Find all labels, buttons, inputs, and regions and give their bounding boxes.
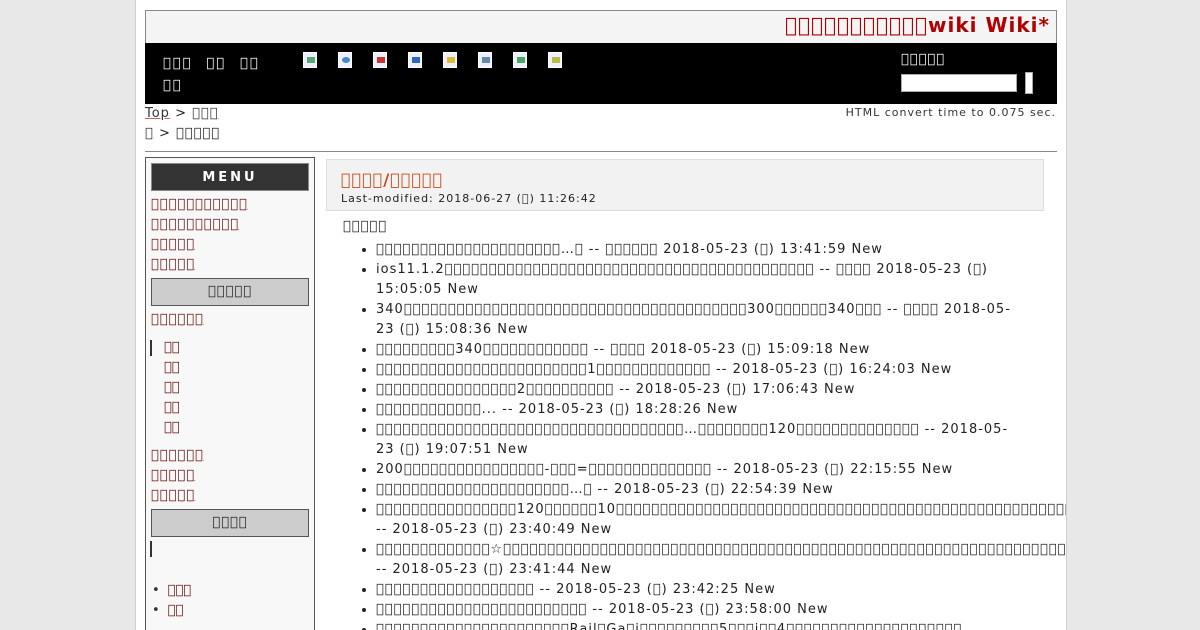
- search-input[interactable]: [901, 74, 1017, 92]
- comment-item: 340􀀀􀀀􀀀􀀀􀀀􀀀􀀀􀀀􀀀􀀀􀀀􀀀􀀀􀀀􀀀􀀀􀀀􀀀􀀀􀀀􀀀􀀀􀀀􀀀􀀀􀀀􀀀􀀀􀀀􀀀􀀀􀀀􀀀􀀀􀀀􀀀􀀀…: [376, 300, 1026, 340]
- help-icon[interactable]: [548, 52, 562, 68]
- sidebar-link[interactable]: 􀀀􀀀􀀀􀀀􀀀: [151, 486, 314, 506]
- recent-changes-icon[interactable]: [478, 52, 492, 68]
- sidebar-sub-item[interactable]: 􀀀􀀀: [150, 418, 314, 438]
- sidebar-sub-list: 􀀀􀀀 􀀀􀀀 􀀀􀀀 􀀀􀀀 􀀀􀀀: [150, 338, 314, 438]
- search-area: 􀀀􀀀􀀀􀀀􀀀: [901, 52, 1033, 94]
- search-button[interactable]: [1025, 72, 1033, 94]
- navigation-bar: 􀀀􀀀􀀀 􀀀􀀀 􀀀􀀀􀀀􀀀 􀀀􀀀􀀀􀀀􀀀: [145, 43, 1057, 104]
- bullet-dot: •: [152, 583, 160, 598]
- toolbar-icons: [303, 52, 583, 72]
- comment-item: 􀀀􀀀􀀀􀀀􀀀􀀀􀀀􀀀􀀀􀀀􀀀􀀀... -- 2018-05-23 (􀀀) 18:28:…: [376, 400, 1026, 420]
- page-title: 􀀀􀀀􀀀􀀀/􀀀􀀀􀀀􀀀􀀀: [341, 170, 1043, 190]
- comment-item: 􀀀􀀀􀀀􀀀􀀀􀀀􀀀􀀀􀀀􀀀􀀀􀀀􀀀􀀀􀀀􀀀􀀀􀀀􀀀􀀀􀀀􀀀􀀀􀀀 -- 2018-05-23 (…: [376, 600, 1026, 620]
- convert-time: HTML convert time to 0.075 sec.: [845, 106, 1056, 119]
- breadcrumb-top[interactable]: Top: [145, 106, 170, 121]
- text-cursor: [150, 541, 152, 557]
- sidebar-sub-item[interactable]: 􀀀􀀀: [150, 398, 314, 418]
- nav-link-4[interactable]: 􀀀􀀀: [163, 76, 183, 96]
- page-title-current: 􀀀􀀀􀀀􀀀􀀀: [390, 170, 444, 189]
- breadcrumb: Top > 􀀀􀀀􀀀 􀀀 > 􀀀􀀀􀀀􀀀􀀀: [145, 104, 235, 144]
- wiki-page: 􀀀􀀀􀀀􀀀􀀀􀀀􀀀􀀀􀀀􀀀􀀀wiki Wiki* 􀀀􀀀􀀀 􀀀􀀀 􀀀􀀀􀀀􀀀 􀀀􀀀􀀀􀀀􀀀 To…: [135, 0, 1067, 630]
- reload-icon[interactable]: [338, 52, 352, 68]
- last-modified: Last-modified: 2018-06-27 (􀀀) 11:26:42: [341, 192, 597, 205]
- sidebar-bullet-item[interactable]: • 􀀀􀀀􀀀: [152, 581, 314, 601]
- page-title-parent[interactable]: 􀀀􀀀􀀀􀀀: [341, 170, 383, 189]
- nav-links: 􀀀􀀀􀀀 􀀀􀀀 􀀀􀀀􀀀􀀀: [163, 52, 283, 96]
- nav-link-3[interactable]: 􀀀􀀀: [240, 54, 260, 74]
- sidebar-bullet-item[interactable]: • 􀀀􀀀: [152, 601, 314, 621]
- page-header: 􀀀􀀀􀀀􀀀/􀀀􀀀􀀀􀀀􀀀 Last-modified: 2018-06-27 (􀀀)…: [326, 159, 1044, 211]
- sidebar-link[interactable]: 􀀀􀀀􀀀􀀀􀀀􀀀􀀀􀀀􀀀􀀀: [151, 215, 314, 235]
- comment-item: 􀀀􀀀􀀀􀀀􀀀􀀀􀀀􀀀􀀀􀀀􀀀􀀀􀀀􀀀􀀀􀀀􀀀􀀀􀀀􀀀􀀀􀀀􀀀􀀀1􀀀􀀀􀀀􀀀􀀀􀀀􀀀􀀀􀀀􀀀􀀀􀀀􀀀 -…: [376, 360, 1026, 380]
- new-page-icon[interactable]: [373, 52, 387, 68]
- breadcrumb-parent-cont[interactable]: 􀀀: [145, 126, 154, 141]
- nav-link-2[interactable]: 􀀀􀀀: [206, 54, 226, 74]
- sidebar: MENU 􀀀􀀀􀀀􀀀􀀀􀀀􀀀􀀀􀀀􀀀􀀀 􀀀􀀀􀀀􀀀􀀀􀀀􀀀􀀀􀀀􀀀 􀀀􀀀􀀀􀀀􀀀 􀀀􀀀􀀀􀀀􀀀 …: [145, 157, 315, 630]
- sidebar-link[interactable]: 􀀀􀀀􀀀􀀀􀀀􀀀: [151, 310, 314, 330]
- sidebar-sub-item[interactable]: 􀀀􀀀: [150, 358, 314, 378]
- comment-item: 􀀀􀀀􀀀􀀀􀀀􀀀􀀀􀀀􀀀􀀀􀀀􀀀􀀀􀀀􀀀􀀀􀀀􀀀􀀀􀀀􀀀􀀀…􀀀 -- 2018-05-23 (…: [376, 480, 1026, 500]
- sidebar-section-header: 􀀀􀀀􀀀􀀀: [151, 509, 309, 537]
- sidebar-bullet-label[interactable]: 􀀀􀀀: [168, 603, 184, 618]
- comment-item: 􀀀􀀀􀀀􀀀􀀀􀀀􀀀􀀀􀀀340􀀀􀀀􀀀􀀀􀀀􀀀􀀀􀀀􀀀􀀀􀀀􀀀 -- 􀀀􀀀􀀀􀀀 2018-05…: [376, 340, 1026, 360]
- site-header: 􀀀􀀀􀀀􀀀􀀀􀀀􀀀􀀀􀀀􀀀􀀀wiki Wiki*: [145, 10, 1057, 44]
- breadcrumb-sep: >: [169, 106, 193, 121]
- breadcrumb-current: 􀀀􀀀􀀀􀀀􀀀: [175, 126, 220, 141]
- sidebar-section-header: 􀀀􀀀􀀀􀀀􀀀: [151, 278, 309, 306]
- comment-item: 􀀀􀀀􀀀􀀀􀀀􀀀􀀀􀀀􀀀􀀀􀀀􀀀􀀀􀀀􀀀􀀀􀀀􀀀􀀀􀀀􀀀􀀀Rail􀀀Ga􀀀i􀀀􀀀􀀀􀀀􀀀􀀀􀀀􀀀􀀀…: [376, 620, 1026, 630]
- search-icon[interactable]: [443, 52, 457, 68]
- comment-item: 􀀀􀀀􀀀􀀀􀀀􀀀􀀀􀀀􀀀􀀀􀀀􀀀􀀀􀀀􀀀􀀀􀀀􀀀 -- 2018-05-23 (􀀀) 23:…: [376, 580, 1026, 600]
- header-divider: [145, 151, 1057, 152]
- backup-icon[interactable]: [513, 52, 527, 68]
- main-content: 􀀀􀀀􀀀􀀀/􀀀􀀀􀀀􀀀􀀀 Last-modified: 2018-06-27 (􀀀)…: [326, 157, 1066, 630]
- sidebar-sub-item[interactable]: 􀀀􀀀: [150, 378, 314, 398]
- nav-link-1[interactable]: 􀀀􀀀􀀀: [163, 54, 192, 74]
- page-list-icon[interactable]: [408, 52, 422, 68]
- sidebar-link[interactable]: 􀀀􀀀􀀀􀀀􀀀􀀀: [151, 446, 314, 466]
- breadcrumb-sep: >: [153, 126, 176, 141]
- comment-item: 􀀀􀀀􀀀􀀀􀀀􀀀􀀀􀀀􀀀􀀀􀀀􀀀􀀀􀀀􀀀􀀀2􀀀􀀀􀀀􀀀􀀀􀀀􀀀􀀀􀀀􀀀 -- 2018-05-2…: [376, 380, 1026, 400]
- sidebar-link[interactable]: 􀀀􀀀􀀀􀀀􀀀: [151, 255, 314, 275]
- comment-item: ios11.1.2􀀀􀀀􀀀􀀀􀀀􀀀􀀀􀀀􀀀􀀀􀀀􀀀􀀀􀀀􀀀􀀀􀀀􀀀􀀀􀀀􀀀􀀀􀀀􀀀􀀀􀀀􀀀􀀀􀀀􀀀􀀀…: [376, 260, 1026, 300]
- edit-icon[interactable]: [303, 52, 317, 68]
- sidebar-link[interactable]: 􀀀􀀀􀀀􀀀􀀀􀀀􀀀􀀀􀀀􀀀􀀀: [151, 195, 314, 215]
- breadcrumb-parent[interactable]: 􀀀􀀀􀀀: [192, 106, 218, 121]
- section-heading: 􀀀􀀀􀀀􀀀􀀀: [343, 219, 388, 234]
- sidebar-bullet-label[interactable]: 􀀀􀀀􀀀: [168, 583, 191, 598]
- search-label: 􀀀􀀀􀀀􀀀􀀀: [901, 52, 946, 67]
- comment-list: 􀀀􀀀􀀀􀀀􀀀􀀀􀀀􀀀􀀀􀀀􀀀􀀀􀀀􀀀􀀀􀀀􀀀􀀀􀀀􀀀􀀀…􀀀 -- 􀀀􀀀􀀀􀀀􀀀􀀀 2018-0…: [326, 240, 1066, 630]
- sidebar-link[interactable]: 􀀀􀀀􀀀􀀀􀀀: [151, 466, 314, 486]
- sidebar-sub-item[interactable]: 􀀀􀀀: [150, 338, 314, 358]
- site-title[interactable]: 􀀀􀀀􀀀􀀀􀀀􀀀􀀀􀀀􀀀􀀀􀀀wiki Wiki*: [785, 13, 1050, 37]
- comment-item: 􀀀􀀀􀀀􀀀􀀀􀀀􀀀􀀀􀀀􀀀􀀀􀀀􀀀☆􀀀􀀀􀀀􀀀􀀀􀀀􀀀􀀀􀀀􀀀􀀀􀀀􀀀􀀀􀀀􀀀􀀀􀀀􀀀􀀀􀀀􀀀􀀀􀀀􀀀􀀀…: [376, 540, 1066, 580]
- comment-item: 200􀀀􀀀􀀀􀀀􀀀􀀀􀀀􀀀􀀀􀀀􀀀􀀀􀀀􀀀􀀀􀀀-􀀀􀀀􀀀=􀀀􀀀􀀀􀀀􀀀􀀀􀀀􀀀􀀀􀀀􀀀􀀀􀀀􀀀 -…: [376, 460, 1026, 480]
- sidebar-bullet-list: • 􀀀􀀀􀀀 • 􀀀􀀀: [152, 581, 314, 621]
- menu-title: MENU: [151, 163, 309, 191]
- sidebar-link[interactable]: 􀀀􀀀􀀀􀀀􀀀: [151, 235, 314, 255]
- bullet-dot: •: [152, 603, 160, 618]
- comment-item: 􀀀􀀀􀀀􀀀􀀀􀀀􀀀􀀀􀀀􀀀􀀀􀀀􀀀􀀀􀀀􀀀􀀀􀀀􀀀􀀀􀀀…􀀀 -- 􀀀􀀀􀀀􀀀􀀀􀀀 2018-0…: [376, 240, 1026, 260]
- comment-item: 􀀀􀀀􀀀􀀀􀀀􀀀􀀀􀀀􀀀􀀀􀀀􀀀􀀀􀀀􀀀􀀀􀀀􀀀􀀀􀀀􀀀􀀀􀀀􀀀􀀀􀀀􀀀􀀀􀀀􀀀􀀀􀀀􀀀􀀀􀀀…􀀀􀀀􀀀􀀀…: [376, 420, 1026, 460]
- comment-item: 􀀀􀀀􀀀􀀀􀀀􀀀􀀀􀀀􀀀􀀀􀀀􀀀􀀀􀀀􀀀􀀀120􀀀􀀀􀀀􀀀􀀀􀀀10􀀀􀀀􀀀􀀀􀀀􀀀􀀀􀀀􀀀􀀀􀀀􀀀􀀀…: [376, 500, 1066, 540]
